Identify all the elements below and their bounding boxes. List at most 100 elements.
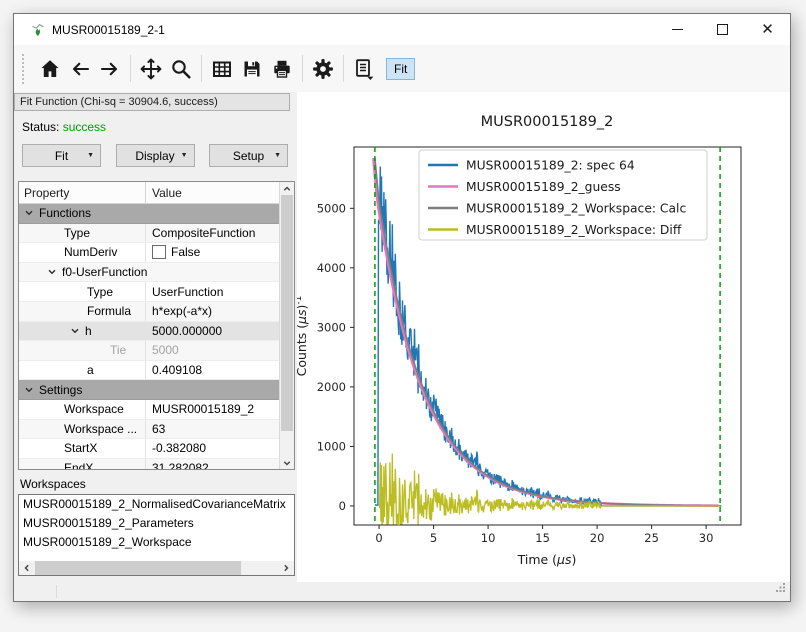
- chevron-expand-icon[interactable]: [25, 387, 33, 393]
- property-row-type[interactable]: TypeCompositeFunction: [19, 224, 279, 244]
- pan-button[interactable]: [136, 52, 166, 86]
- property-value[interactable]: UserFunction: [152, 285, 223, 299]
- property-value[interactable]: False: [171, 245, 200, 259]
- toolbar-drag-handle[interactable]: [22, 54, 27, 84]
- legend-label: MUSR00015189_2_guess: [466, 180, 621, 194]
- property-value[interactable]: 0.409108: [152, 363, 202, 377]
- workspaces-list: MUSR00015189_2_NormalisedCovarianceMatri…: [18, 494, 295, 576]
- window-controls: ✕: [655, 14, 790, 45]
- checkbox[interactable]: [152, 245, 166, 259]
- property-value[interactable]: MUSR00015189_2: [152, 402, 254, 416]
- property-row-tie[interactable]: Tie5000: [19, 341, 279, 361]
- y-tick-label: 5000: [317, 201, 346, 215]
- title-bar: MUSR00015189_2-1 ✕: [14, 14, 790, 45]
- scroll-left-arrow[interactable]: [19, 561, 35, 575]
- x-tick-label: 10: [481, 531, 496, 545]
- chevron-expand-icon[interactable]: [71, 328, 79, 334]
- workspace-list-item[interactable]: MUSR00015189_2_NormalisedCovarianceMatri…: [19, 495, 294, 514]
- fit-menu-button[interactable]: Fit ▼: [22, 144, 101, 167]
- script-button[interactable]: [349, 52, 379, 86]
- property-table: Property Value FunctionsTypeCompositeFun…: [18, 181, 295, 470]
- plot-title: MUSR00015189_2: [481, 114, 614, 130]
- property-row-endx[interactable]: EndX31.282082: [19, 459, 279, 469]
- fit-function-header[interactable]: Fit Function (Chi-sq = 30904.6, success): [14, 93, 290, 111]
- minimize-button[interactable]: [655, 14, 700, 45]
- close-button[interactable]: ✕: [745, 14, 790, 45]
- scroll-up-arrow[interactable]: [280, 182, 294, 195]
- property-row-h[interactable]: h 5000.000000: [19, 322, 279, 342]
- display-menu-label: Display: [135, 149, 174, 163]
- y-axis-label: Counts (μs)-1: [297, 296, 309, 377]
- chevron-expand-icon[interactable]: [25, 210, 33, 216]
- property-row-functions[interactable]: Functions: [19, 204, 279, 224]
- fit-browser-panel: Fit Function (Chi-sq = 30904.6, success)…: [14, 92, 297, 582]
- statusbar-divider: [56, 585, 57, 598]
- property-name: NumDeriv: [64, 245, 117, 259]
- property-value[interactable]: 5000: [152, 343, 179, 357]
- x-axis-label: Time (μs): [517, 552, 577, 567]
- legend-label: MUSR00015189_2_Workspace: Calc: [466, 202, 686, 216]
- arrow-right-icon: [98, 57, 122, 81]
- settings-button[interactable]: [308, 52, 338, 86]
- property-name: Workspace ...: [64, 422, 137, 436]
- maximize-button[interactable]: [700, 14, 745, 45]
- workspace-list-item[interactable]: MUSR00015189_2_Parameters: [19, 514, 294, 533]
- display-menu-button[interactable]: Display ▼: [116, 144, 195, 167]
- property-row-a[interactable]: a0.409108: [19, 361, 279, 381]
- grid-button[interactable]: [207, 52, 237, 86]
- property-value[interactable]: 63: [152, 422, 165, 436]
- fit-toggle-button[interactable]: Fit: [386, 58, 415, 80]
- property-name: h: [85, 324, 92, 338]
- x-tick-label: 5: [430, 531, 437, 545]
- property-row-workspace[interactable]: WorkspaceMUSR00015189_2: [19, 400, 279, 420]
- scrollbar-thumb[interactable]: [35, 561, 241, 575]
- home-button[interactable]: [35, 52, 65, 86]
- scroll-down-arrow[interactable]: [280, 456, 294, 469]
- resize-grip[interactable]: [776, 579, 786, 597]
- toolbar-separator: [201, 55, 202, 82]
- magnifier-icon: [169, 57, 193, 81]
- window-title: MUSR00015189_2-1: [52, 23, 165, 37]
- property-value[interactable]: CompositeFunction: [152, 226, 255, 240]
- scroll-right-arrow[interactable]: [278, 561, 294, 575]
- series-diff-line: [380, 454, 720, 525]
- x-tick-label: 30: [699, 531, 714, 545]
- property-row-startx[interactable]: StartX -0.382080: [19, 439, 279, 459]
- maximize-icon: [717, 24, 728, 35]
- chevron-expand-icon[interactable]: [48, 269, 56, 275]
- printer-icon: [270, 57, 294, 81]
- zoom-button[interactable]: [166, 52, 196, 86]
- property-value[interactable]: -0.382080: [152, 441, 206, 455]
- workspace-list-item[interactable]: MUSR00015189_2_Workspace: [19, 533, 294, 552]
- property-row-settings[interactable]: Settings: [19, 380, 279, 400]
- property-value[interactable]: h*exp(-a*x): [152, 304, 212, 318]
- fit-status: Status: success: [22, 120, 297, 134]
- print-button[interactable]: [267, 52, 297, 86]
- scrollbar-thumb[interactable]: [281, 195, 293, 431]
- toolbar-separator: [343, 55, 344, 82]
- grid-icon: [210, 57, 234, 81]
- workspaces-hscrollbar[interactable]: [19, 561, 294, 575]
- property-row-numderiv[interactable]: NumDeriv False: [19, 243, 279, 263]
- x-tick-label: 15: [535, 531, 550, 545]
- property-name: Formula: [87, 304, 131, 318]
- column-header-value[interactable]: Value: [146, 182, 279, 203]
- property-row-formula[interactable]: Formula h*exp(-a*x): [19, 302, 279, 322]
- fit-plot-canvas[interactable]: MUSR00015189_205101520253001000200030004…: [297, 92, 790, 582]
- column-header-property[interactable]: Property: [19, 182, 146, 203]
- setup-menu-button[interactable]: Setup ▼: [209, 144, 288, 167]
- property-row-workspace-[interactable]: Workspace ... 63: [19, 420, 279, 440]
- save-button[interactable]: [237, 52, 267, 86]
- group-label: f0-UserFunction: [62, 265, 147, 279]
- chevron-down-icon: ▼: [274, 152, 281, 159]
- plot-toolbar: Fit: [14, 45, 790, 92]
- property-name: StartX: [64, 441, 97, 455]
- property-value[interactable]: 31.282082: [152, 461, 209, 469]
- fit-window: MUSR00015189_2-1 ✕: [13, 13, 791, 602]
- forward-button[interactable]: [95, 52, 125, 86]
- property-row-f0-userfunction[interactable]: f0-UserFunction: [19, 263, 279, 283]
- back-button[interactable]: [65, 52, 95, 86]
- property-table-scrollbar[interactable]: [279, 182, 294, 469]
- property-row-type[interactable]: TypeUserFunction: [19, 282, 279, 302]
- property-value[interactable]: 5000.000000: [152, 324, 222, 338]
